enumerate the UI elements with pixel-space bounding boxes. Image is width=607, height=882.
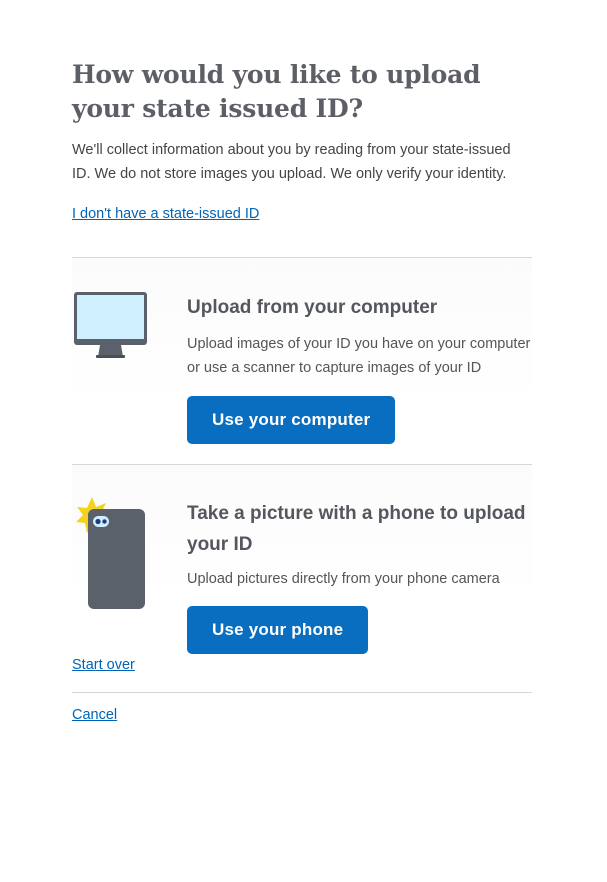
upload-from-phone-option: Take a picture with a phone to upload yo… xyxy=(72,465,532,655)
phone-camera-icon xyxy=(76,497,145,609)
option-description: Upload images of your ID you have on you… xyxy=(187,336,531,376)
use-computer-button[interactable]: Use your computer xyxy=(187,396,396,444)
option-body: Upload from your computer Upload images … xyxy=(187,292,532,464)
cancel-link[interactable]: Cancel xyxy=(72,705,117,725)
footer-links: Start over Cancel xyxy=(72,655,532,725)
option-body: Take a picture with a phone to upload yo… xyxy=(187,498,532,655)
use-phone-button[interactable]: Use your phone xyxy=(187,606,369,654)
main-content: How would you like to upload your state … xyxy=(72,0,532,725)
no-state-id-link[interactable]: I don't have a state-issued ID xyxy=(72,204,259,224)
option-title: Upload from your computer xyxy=(187,297,438,318)
footer-divider xyxy=(72,692,532,693)
option-icon-container xyxy=(72,292,187,464)
intro-text: We'll collect information about you by r… xyxy=(72,142,511,182)
start-over-link[interactable]: Start over xyxy=(72,655,135,675)
option-description: Upload pictures directly from your phone… xyxy=(187,571,500,587)
computer-monitor-icon xyxy=(74,292,147,358)
option-icon-container xyxy=(72,497,187,655)
upload-from-computer-option: Upload from your computer Upload images … xyxy=(72,258,532,464)
page-title: How would you like to upload your state … xyxy=(72,60,481,123)
option-title: Take a picture with a phone to upload yo… xyxy=(187,503,526,555)
